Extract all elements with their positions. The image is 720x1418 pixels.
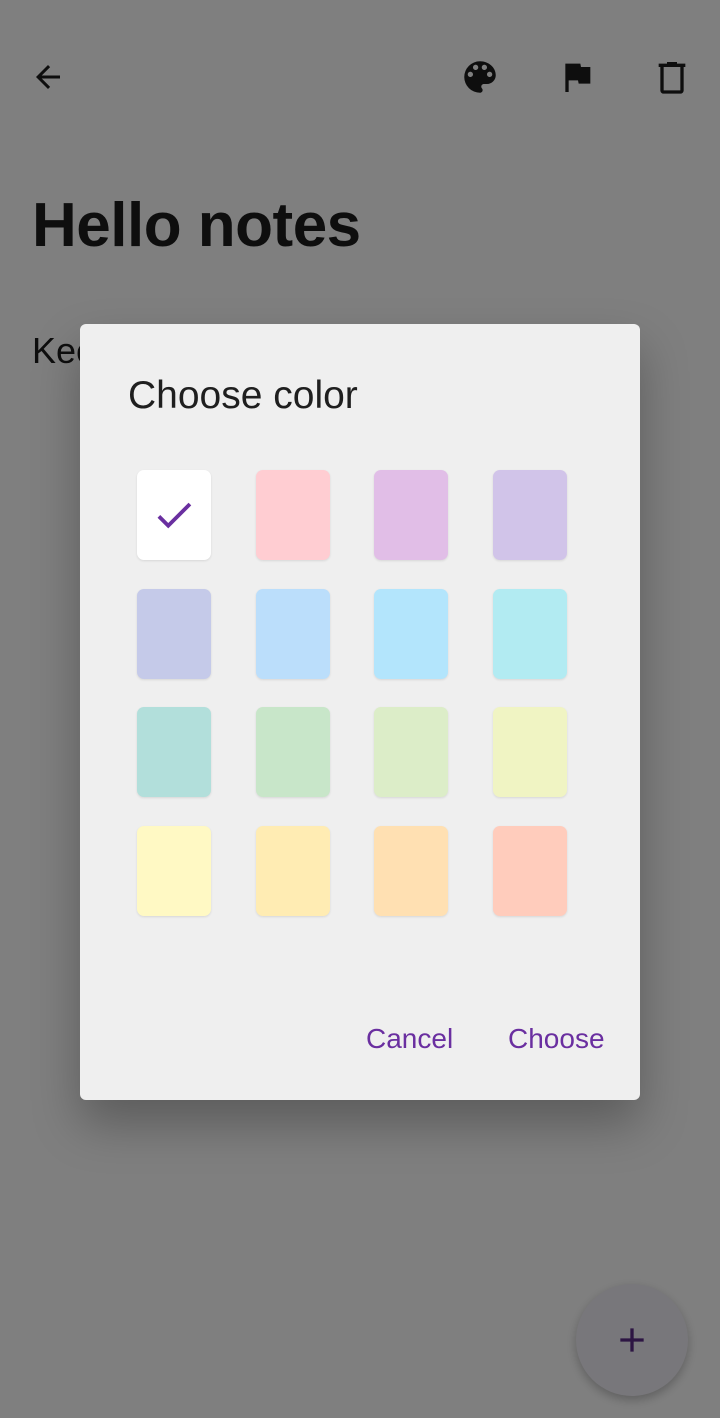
dialog-title: Choose color: [128, 374, 358, 417]
color-swatch-selected[interactable]: [137, 470, 211, 560]
color-swatch[interactable]: [255, 825, 330, 916]
color-swatch[interactable]: [492, 707, 567, 797]
color-swatch[interactable]: [255, 470, 330, 560]
color-swatch[interactable]: [137, 588, 211, 679]
choose-color-dialog: Choose color Cancel Choose: [80, 324, 640, 1100]
color-swatch[interactable]: [137, 707, 211, 797]
color-swatch[interactable]: [255, 588, 330, 679]
color-swatch[interactable]: [374, 825, 448, 916]
color-swatch[interactable]: [374, 588, 448, 679]
color-swatch-grid: [137, 470, 567, 916]
color-swatch[interactable]: [374, 470, 448, 560]
dialog-actions: Cancel Choose: [80, 1014, 640, 1064]
color-swatch[interactable]: [374, 707, 448, 797]
checkmark-icon: [157, 502, 192, 529]
color-swatch[interactable]: [137, 825, 211, 916]
color-swatch[interactable]: [492, 588, 567, 679]
color-swatch[interactable]: [255, 707, 330, 797]
color-swatch[interactable]: [492, 825, 567, 916]
choose-button[interactable]: Choose: [508, 1014, 605, 1064]
color-swatch[interactable]: [492, 470, 567, 560]
cancel-button[interactable]: Cancel: [366, 1014, 453, 1064]
